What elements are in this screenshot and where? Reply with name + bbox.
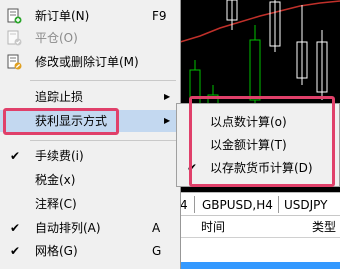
menu-item-shortcut: G [152, 244, 162, 258]
chart-tab-usdjpy[interactable]: USDJPY [284, 197, 327, 213]
menu-item-label: 修改或删除订单(M) [35, 55, 139, 69]
annotation-highlight-box [189, 96, 335, 187]
orders-grid-header: 时间 类型 [180, 216, 340, 238]
checkmark-icon: ✔ [10, 244, 21, 258]
column-header-time[interactable]: 时间 [201, 219, 225, 235]
menu-separator [30, 80, 176, 81]
menu-item-label: 注释(C) [35, 197, 77, 211]
tab-separator [278, 196, 279, 213]
menu-item-label: 网格(G) [35, 244, 78, 258]
candle-body [249, 39, 261, 101]
menu-item-shortcut: F9 [152, 9, 167, 23]
chart-tab[interactable]: 4 [180, 197, 188, 213]
menu-item-shortcut: A [152, 221, 161, 235]
menu-item-label: 平仓(O) [35, 31, 78, 45]
moving-average-line [180, 0, 340, 43]
menu-item-new-order[interactable]: 新订单(N) F9 [0, 5, 180, 27]
menu-separator [30, 140, 176, 141]
column-header-type[interactable]: 类型 [312, 219, 336, 235]
annotation-highlight-box [3, 108, 119, 135]
modify-order-icon [7, 54, 22, 70]
chart-tab-gbpusd[interactable]: GBPUSD,H4 [202, 197, 273, 213]
menu-item-label: 手续费(i) [35, 149, 84, 163]
menu-item-auto-arrange[interactable]: ✔ 自动排列(A) A [0, 217, 180, 239]
menu-item-comments[interactable]: 注释(C) [0, 193, 180, 215]
menu-item-taxes[interactable]: 税金(x) [0, 169, 180, 191]
new-order-icon [7, 8, 22, 24]
checkmark-icon: ✔ [10, 221, 21, 235]
selected-row[interactable] [180, 262, 340, 269]
menu-item-label: 新订单(N) [35, 9, 90, 23]
checkmark-icon: ✔ [10, 149, 21, 163]
submenu-arrow-icon: ▶ [164, 116, 171, 125]
menu-item-modify-order[interactable]: 修改或删除订单(M) [0, 51, 180, 73]
close-position-icon [7, 30, 22, 46]
menu-item-commission[interactable]: ✔ 手续费(i) [0, 145, 180, 167]
orders-grid-body[interactable] [180, 238, 340, 269]
menu-item-label: 自动排列(A) [35, 221, 101, 235]
menu-item-trailing-stop[interactable]: 追踪止损 ▶ [0, 86, 180, 108]
tab-separator [194, 196, 195, 213]
submenu-arrow-icon: ▶ [164, 92, 171, 101]
menu-item-label: 税金(x) [35, 173, 76, 187]
menu-item-close-position[interactable]: 平仓(O) [0, 27, 180, 49]
context-menu: 新订单(N) F9 平仓(O) 修改或删除订单(M) 追踪止损 ▶ 获利显示方式… [0, 0, 181, 269]
menu-item-grid[interactable]: ✔ 网格(G) G [0, 240, 180, 262]
chart-tabs-bar: 4 GBPUSD,H4 USDJPY [180, 192, 340, 216]
menu-item-label: 追踪止损 [35, 90, 84, 104]
profit-display-submenu: 以点数计算(o) 以金额计算(T) ✔ 以存款货币计算(D) [176, 96, 340, 187]
